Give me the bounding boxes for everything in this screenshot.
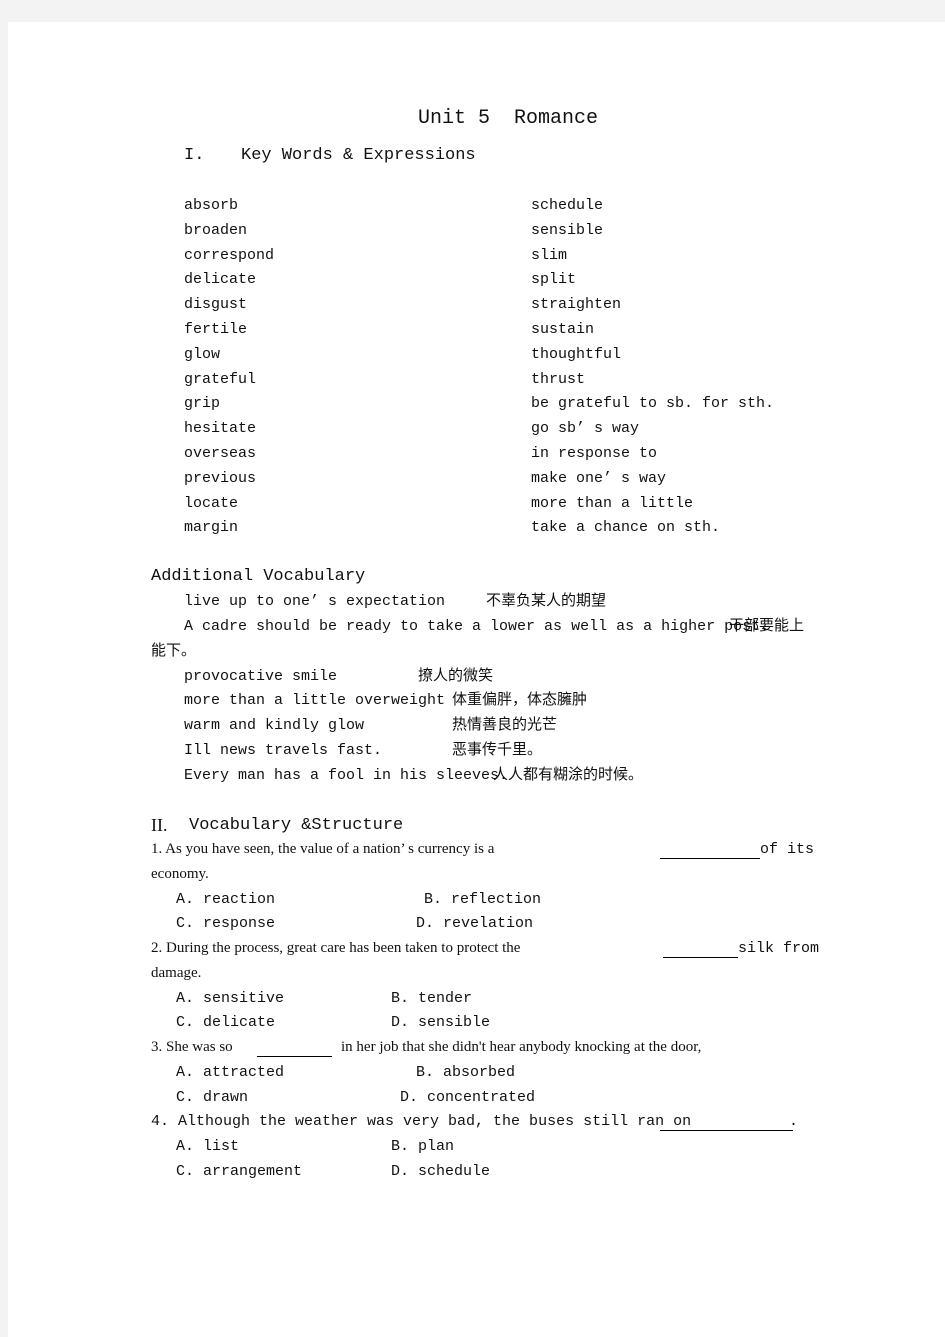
vocab-item-en: warm and kindly glow — [184, 717, 365, 734]
vocab-item-en: Ill news travels fast. — [184, 742, 383, 759]
vocab-item-en: live up to one’ s expectation — [184, 593, 446, 610]
vocab-item-cn: 恶事传千里。 — [452, 740, 543, 758]
question-2-text-after: silk from — [738, 940, 820, 957]
question-1-option-a[interactable]: A. reaction — [176, 892, 275, 907]
question-1-blank[interactable] — [660, 845, 760, 859]
question-4-option-b[interactable]: B. plan — [391, 1139, 454, 1154]
question-1-option-c[interactable]: C. response — [176, 916, 275, 931]
key-word-item: margin — [184, 519, 239, 537]
vocab-item-cn: 干部要能上 — [729, 616, 805, 634]
question-3-blank[interactable] — [257, 1043, 332, 1057]
page-title: Unit 5 Romance — [418, 107, 599, 130]
section-2-heading: Vocabulary &Structure — [189, 816, 404, 835]
key-word-item: glow — [184, 345, 221, 363]
question-2-option-b[interactable]: B. tender — [391, 991, 472, 1006]
key-word-item: in response to — [531, 445, 658, 462]
question-2-option-a[interactable]: A. sensitive — [176, 991, 284, 1006]
vocab-item-cn-continued: 能下。 — [151, 641, 197, 659]
key-word-item: broaden — [184, 221, 248, 239]
additional-vocabulary-heading: Additional Vocabulary — [151, 567, 366, 586]
question-4-text-after: . — [789, 1113, 799, 1130]
key-word-item: more than a little — [531, 494, 694, 512]
question-4-blank[interactable] — [660, 1117, 793, 1131]
key-word-item: sustain — [531, 321, 595, 338]
vocab-item-cn: 体重偏胖，体态臃肿 — [452, 690, 588, 708]
key-word-item: split — [531, 271, 577, 289]
question-3-text-after: in her job that she didn't hear anybody … — [341, 1039, 702, 1055]
question-4-option-c[interactable]: C. arrangement — [176, 1164, 302, 1179]
vocab-item-cn: 撩人的微笑 — [418, 666, 494, 684]
key-word-item: previous — [184, 469, 257, 487]
key-word-item: fertile — [184, 321, 248, 338]
key-word-item: disgust — [184, 296, 248, 314]
key-word-item: absorb — [184, 197, 239, 214]
vocab-item-en: A cadre should be ready to take a lower … — [184, 618, 770, 635]
question-1-option-b[interactable]: B. reflection — [424, 892, 541, 907]
vocab-item-cn: 人人都有糊涂的时候。 — [493, 765, 644, 783]
key-word-item: make one’ s way — [531, 469, 667, 487]
key-word-item: straighten — [531, 296, 622, 314]
key-word-item: be grateful to sb. for sth. — [531, 395, 775, 413]
key-word-item: slim — [531, 246, 568, 264]
key-word-item: delicate — [184, 271, 257, 289]
question-4-text: 4. Although the weather was very bad, th… — [151, 1113, 692, 1130]
key-word-item: take a chance on sth. — [531, 519, 721, 537]
question-2-text: 2. During the process, great care has be… — [151, 940, 521, 956]
key-word-item: thoughtful — [531, 345, 622, 363]
question-4-option-a[interactable]: A. list — [176, 1139, 239, 1154]
section-2-numeral: II. — [151, 815, 168, 835]
question-3-option-c[interactable]: C. drawn — [176, 1090, 248, 1105]
key-word-item: hesitate — [184, 420, 257, 438]
question-1-text-continued: economy. — [151, 866, 209, 882]
question-2-text-continued: damage. — [151, 965, 202, 981]
key-word-item: sensible — [531, 221, 604, 239]
vocab-item-en: Every man has a fool in his sleeves. — [184, 767, 509, 784]
key-word-item: correspond — [184, 246, 275, 264]
question-2-blank[interactable] — [663, 944, 738, 958]
section-1-heading: Key Words & Expressions — [241, 146, 476, 165]
key-word-item: go sb’ s way — [531, 420, 640, 438]
question-1-text-after: of its — [760, 841, 815, 858]
vocab-item-cn: 热情善良的光芒 — [452, 715, 558, 733]
question-1-option-d[interactable]: D. revelation — [416, 916, 533, 931]
key-word-item: thrust — [531, 370, 586, 388]
question-4-option-d[interactable]: D. schedule — [391, 1164, 490, 1179]
question-1-text: 1. As you have seen, the value of a nati… — [151, 841, 495, 857]
question-3-option-a[interactable]: A. attracted — [176, 1065, 284, 1080]
key-word-item: overseas — [184, 445, 257, 462]
section-1-numeral: I. — [184, 146, 205, 165]
question-2-option-c[interactable]: C. delicate — [176, 1015, 275, 1030]
vocab-item-en: more than a little overweight — [184, 692, 446, 709]
question-3-text: 3. She was so — [151, 1039, 233, 1055]
key-word-item: schedule — [531, 197, 604, 214]
vocab-item-en: provocative smile — [184, 668, 338, 685]
question-2-option-d[interactable]: D. sensible — [391, 1015, 490, 1030]
key-word-item: grateful — [184, 370, 257, 388]
question-3-option-b[interactable]: B. absorbed — [416, 1065, 515, 1080]
vocab-item-cn: 不辜负某人的期望 — [486, 591, 607, 609]
question-3-option-d[interactable]: D. concentrated — [400, 1090, 535, 1105]
key-word-item: grip — [184, 395, 221, 413]
key-word-item: locate — [184, 494, 239, 512]
